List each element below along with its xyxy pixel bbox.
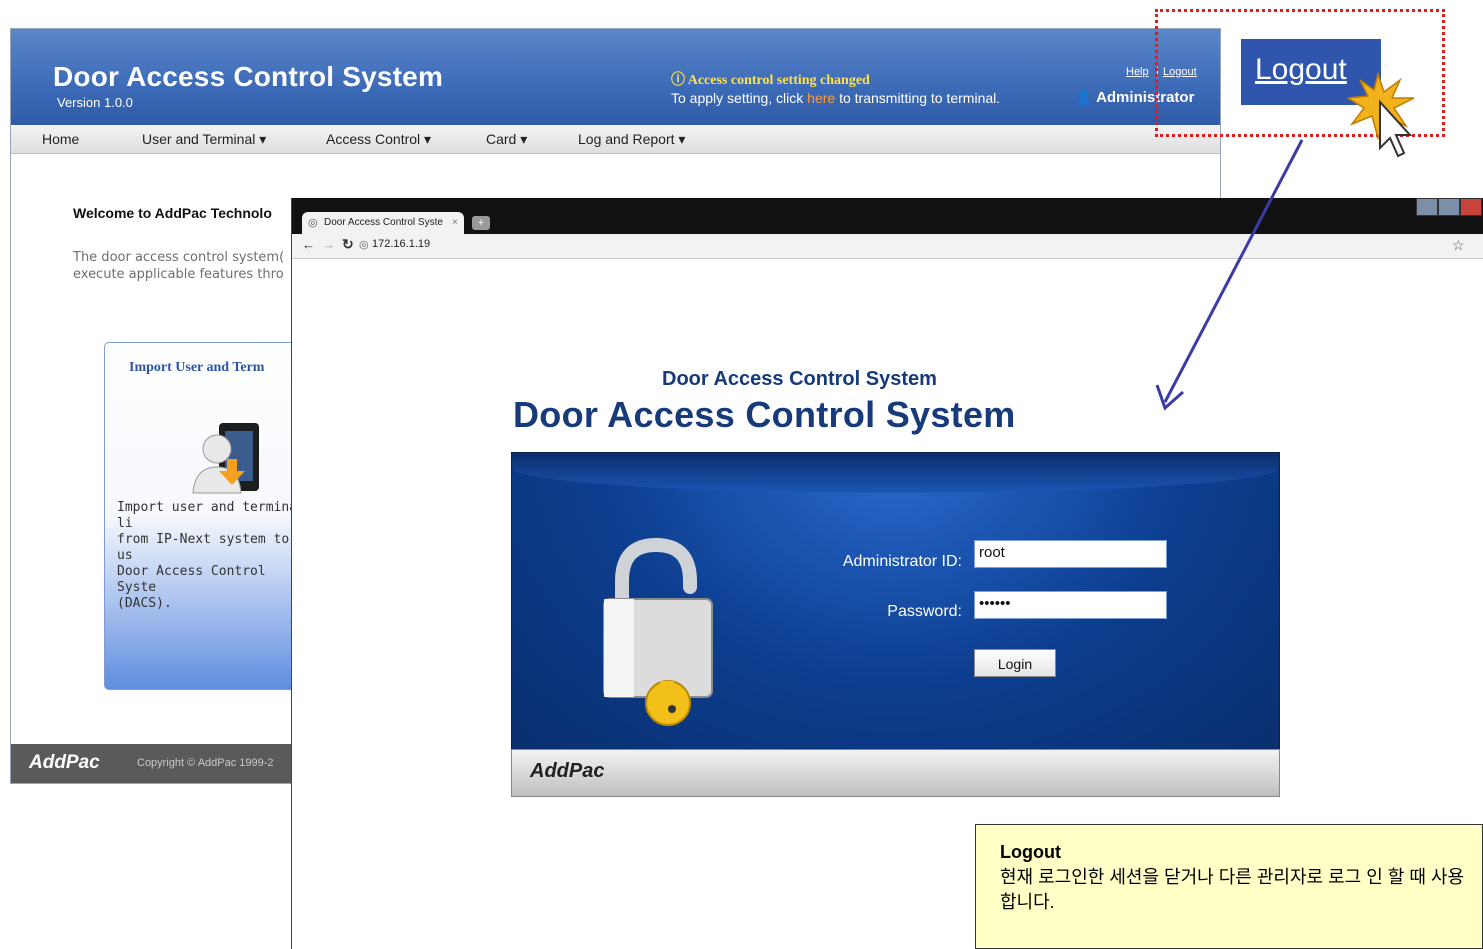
logout-tooltip: Logout 현재 로그인한 세션을 닫거나 다른 관리자로 로그 인 할 때 … bbox=[975, 824, 1483, 949]
callout-arrow bbox=[1155, 139, 1304, 411]
tooltip-text: 현재 로그인한 세션을 닫거나 다른 관리자로 로그 인 할 때 사용합니다. bbox=[1000, 867, 1465, 912]
tooltip-title: Logout bbox=[1000, 842, 1061, 862]
